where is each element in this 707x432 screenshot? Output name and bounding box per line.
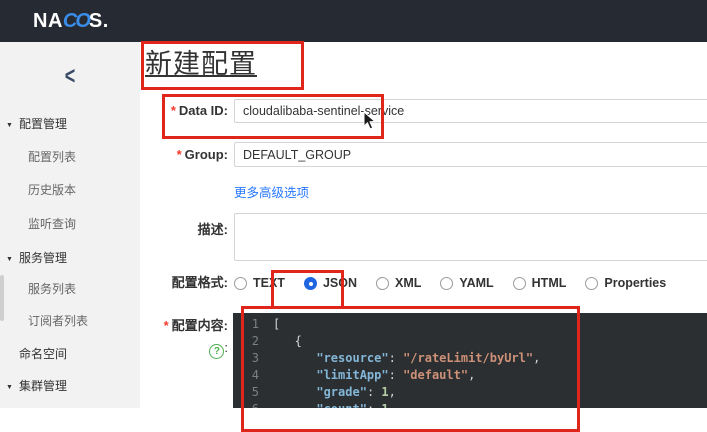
radio-option-xml[interactable]: XML (376, 276, 421, 290)
radio-unselected-icon (440, 277, 453, 290)
logo-infinity-icon: CO (63, 10, 89, 32)
sidebar-item-history-versions[interactable]: 历史版本 (0, 182, 76, 198)
field-format: 配置格式: TEXT JSON XML YAML HTML Properties (140, 269, 707, 297)
line-number: 2 (233, 333, 273, 350)
radio-unselected-icon (513, 277, 526, 290)
code-text: { (273, 333, 707, 350)
sidebar-collapse-button[interactable]: < (0, 62, 140, 91)
code-editor[interactable]: 1[2 {3 "resource": "/rateLimit/byUrl",4 … (233, 313, 707, 408)
code-text: "grade": 1, (273, 384, 707, 401)
radio-option-json[interactable]: JSON (304, 276, 357, 290)
caret-down-icon: ▼ (6, 118, 13, 134)
top-bar: NACOS. (0, 0, 707, 42)
page-title: 新建配置 (145, 42, 257, 81)
sidebar-item-subscriber-list[interactable]: 订阅者列表 (0, 313, 88, 329)
sidebar-item-service-list[interactable]: 服务列表 (0, 281, 76, 297)
sidebar-item-namespace[interactable]: 命名空间 (0, 346, 67, 362)
sidebar-item-label: 命名空间 (19, 347, 67, 361)
data-id-input[interactable] (234, 99, 707, 123)
format-label: 配置格式: (140, 269, 228, 297)
group-label: *Group: (140, 142, 228, 167)
sidebar-item-label: 配置列表 (28, 150, 76, 164)
line-number: 1 (233, 316, 273, 333)
radio-unselected-icon (234, 277, 247, 290)
code-text: [ (273, 316, 707, 333)
logo-text: NA (33, 10, 63, 32)
advanced-options-link[interactable]: 更多高级选项 (234, 182, 309, 201)
radio-option-yaml[interactable]: YAML (440, 276, 493, 290)
radio-option-html[interactable]: HTML (513, 276, 567, 290)
code-line: 5 "grade": 1, (233, 384, 707, 401)
sidebar-item-config-management[interactable]: ▼ 配置管理 (0, 116, 67, 132)
sidebar-item-label: 监听查询 (28, 217, 76, 231)
code-line: 1[ (233, 316, 707, 333)
field-data-id: *Data ID: (140, 99, 707, 123)
radio-unselected-icon (376, 277, 389, 290)
sidebar-item-label: 配置管理 (19, 117, 67, 131)
logo-text-suffix: S. (89, 10, 109, 32)
nacos-logo: NACOS. (33, 0, 109, 42)
content-label: *配置内容: (140, 315, 228, 334)
sidebar-item-label: 服务管理 (19, 251, 67, 265)
sidebar-item-service-management[interactable]: ▼ 服务管理 (0, 250, 67, 266)
sidebar-item-label: 历史版本 (28, 183, 76, 197)
scrollbar-thumb[interactable] (0, 275, 4, 321)
code-line: 6 "count": 1, (233, 401, 707, 408)
sidebar-item-label: 订阅者列表 (28, 314, 88, 328)
radio-selected-icon (304, 277, 317, 290)
code-text: "limitApp": "default", (273, 367, 707, 384)
radio-option-text[interactable]: TEXT (234, 276, 285, 290)
sidebar: < ▼配置管理 配置列表 历史版本 监听查询 ▼服务管理 服务列表 订阅者列表 … (0, 42, 141, 408)
required-asterisk: * (171, 103, 176, 118)
sidebar-item-listening-query[interactable]: 监听查询 (0, 216, 76, 232)
sidebar-item-cluster-management[interactable]: ▼ 集群管理 (0, 378, 67, 394)
caret-down-icon: ▼ (6, 380, 13, 396)
help-question-icon[interactable]: ? (209, 344, 224, 359)
field-description: 描述: (140, 213, 707, 261)
sidebar-item-label: 服务列表 (28, 282, 76, 296)
code-line: 2 { (233, 333, 707, 350)
sidebar-item-config-list[interactable]: 配置列表 (0, 149, 76, 165)
format-radio-group: TEXT JSON XML YAML HTML Properties (234, 269, 707, 297)
content-help: ?: (198, 340, 228, 359)
field-group: *Group: (140, 142, 707, 167)
group-input[interactable] (234, 142, 707, 167)
description-label: 描述: (140, 219, 228, 238)
line-number: 5 (233, 384, 273, 401)
main-content: 新建配置 *Data ID: *Group: 更多高级选项 描述: 配置格式: … (140, 42, 707, 408)
line-number: 4 (233, 367, 273, 384)
sidebar-item-label: 集群管理 (19, 379, 67, 393)
caret-down-icon: ▼ (6, 252, 13, 268)
radio-unselected-icon (585, 277, 598, 290)
required-asterisk: * (164, 318, 169, 333)
code-line: 4 "limitApp": "default", (233, 367, 707, 384)
radio-option-properties[interactable]: Properties (585, 276, 666, 290)
code-editor-lines: 1[2 {3 "resource": "/rateLimit/byUrl",4 … (233, 316, 707, 408)
line-number: 6 (233, 401, 273, 408)
description-textarea[interactable] (234, 213, 707, 261)
required-asterisk: * (177, 147, 182, 162)
line-number: 3 (233, 350, 273, 367)
code-text: "count": 1, (273, 401, 707, 408)
code-line: 3 "resource": "/rateLimit/byUrl", (233, 350, 707, 367)
data-id-label: *Data ID: (140, 99, 228, 123)
code-text: "resource": "/rateLimit/byUrl", (273, 350, 707, 367)
